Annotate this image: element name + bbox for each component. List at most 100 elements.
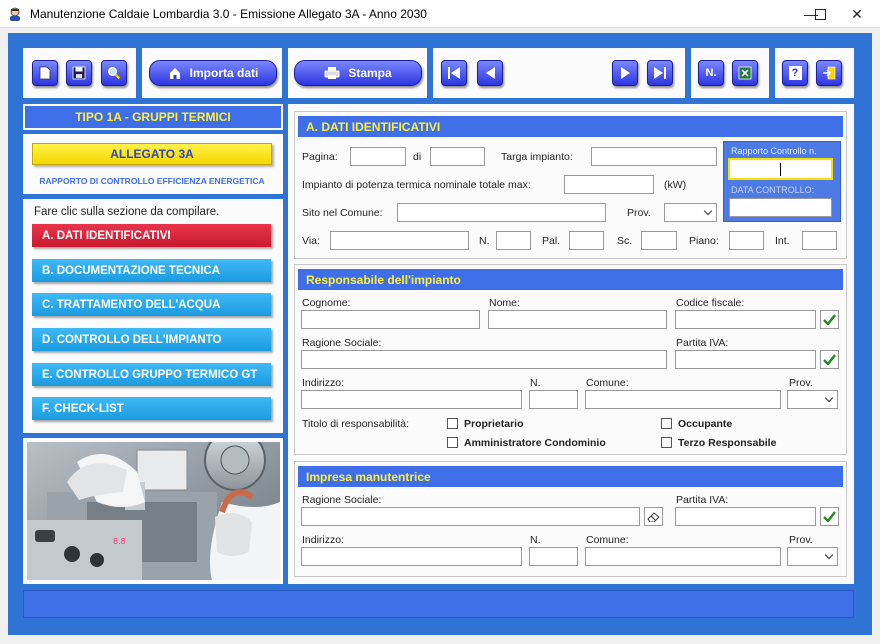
maximize-icon <box>814 8 826 20</box>
impresa-ragione-sociale-label: Ragione Sociale: <box>302 494 382 506</box>
nav-item-controllo-gruppo-termico[interactable]: E. CONTROLLO GRUPPO TERMICO GT <box>32 363 271 386</box>
nav-item-dati-identificativi[interactable]: A. DATI IDENTIFICATIVI <box>32 224 271 247</box>
chevron-down-icon <box>703 206 713 216</box>
targa-input[interactable] <box>591 147 717 166</box>
numbering-label: N. <box>705 67 717 79</box>
prov-select[interactable] <box>787 390 838 409</box>
new-button[interactable] <box>32 60 58 86</box>
search-button[interactable] <box>101 60 127 86</box>
comune-input[interactable] <box>585 390 781 409</box>
sito-comune-input[interactable] <box>397 203 606 222</box>
indirizzo-label: Indirizzo: <box>302 377 345 389</box>
exit-icon <box>823 66 836 80</box>
impresa-ragione-sociale-input[interactable] <box>301 507 640 526</box>
numero-label: N. <box>479 235 490 247</box>
targa-label: Targa impianto: <box>501 151 573 163</box>
previous-record-button[interactable] <box>477 60 503 86</box>
verify-impresa-partita-iva-button[interactable] <box>820 507 839 526</box>
verify-codice-fiscale-button[interactable] <box>820 310 839 329</box>
proprietario-checkbox[interactable] <box>447 418 458 429</box>
nav-item-trattamento-acqua[interactable]: C. TRATTAMENTO DELL'ACQUA <box>32 293 271 316</box>
rapporto-input[interactable] <box>728 158 833 180</box>
pagina-label: Pagina: <box>302 151 338 163</box>
printer-icon <box>324 67 340 79</box>
civico-input[interactable] <box>529 390 578 409</box>
boiler-photo: 8.8 <box>27 442 280 580</box>
help-icon: ? <box>788 66 802 80</box>
potenza-label: Impianto di potenza termica nominale tot… <box>302 179 531 191</box>
pagina-input[interactable] <box>350 147 406 166</box>
interno-label: Int. <box>775 235 790 247</box>
interno-input[interactable] <box>802 231 837 250</box>
partita-iva-input[interactable] <box>675 350 816 369</box>
cognome-input[interactable] <box>301 310 480 329</box>
potenza-input[interactable] <box>564 175 654 194</box>
piano-input[interactable] <box>729 231 764 250</box>
exit-button[interactable] <box>816 60 842 86</box>
help-button[interactable]: ? <box>782 60 808 86</box>
check-icon <box>823 314 836 325</box>
codice-fiscale-input[interactable] <box>675 310 816 329</box>
data-controllo-input[interactable] <box>729 198 832 217</box>
tipo-title: TIPO 1A - GRUPPI TERMICI <box>25 106 281 128</box>
comune-label: Comune: <box>586 377 629 389</box>
scala-input[interactable] <box>641 231 677 250</box>
prov-label: Prov. <box>627 207 651 219</box>
amministratore-checkbox[interactable] <box>447 437 458 448</box>
nav-item-check-list[interactable]: F. CHECK-LIST <box>32 397 271 420</box>
terzo-responsabile-checkbox[interactable] <box>661 437 672 448</box>
save-button[interactable] <box>66 60 92 86</box>
scala-label: Sc. <box>617 235 633 247</box>
nav-item-documentazione-tecnica[interactable]: B. DOCUMENTAZIONE TECNICA <box>32 259 271 282</box>
piano-label: Piano: <box>689 235 719 247</box>
section-a-title: A. DATI IDENTIFICATIVI <box>298 116 843 137</box>
print-label: Stampa <box>348 66 392 80</box>
partita-iva-label: Partita IVA: <box>676 337 729 349</box>
close-button[interactable]: ✕ <box>834 0 880 28</box>
impresa-prov-select[interactable] <box>787 547 838 566</box>
civico-label: N. <box>530 377 541 389</box>
prov-select[interactable] <box>664 203 717 222</box>
chevron-down-icon <box>824 550 834 560</box>
occupante-checkbox[interactable] <box>661 418 672 429</box>
palazzina-label: Pal. <box>542 235 561 247</box>
rapporto-label: Rapporto Controllo n. <box>731 146 817 156</box>
save-icon <box>72 66 86 80</box>
last-record-button[interactable] <box>647 60 673 86</box>
allegato-title: ALLEGATO 3A <box>32 143 272 165</box>
status-bar <box>23 590 854 618</box>
impresa-prov-label: Prov. <box>789 534 813 546</box>
first-record-button[interactable] <box>441 60 467 86</box>
next-record-button[interactable] <box>612 60 638 86</box>
codice-fiscale-label: Codice fiscale: <box>676 297 745 309</box>
svg-text:8.8: 8.8 <box>113 537 126 546</box>
eraser-icon <box>647 512 660 522</box>
nome-input[interactable] <box>488 310 667 329</box>
impresa-indirizzo-input[interactable] <box>301 547 522 566</box>
nav-item-controllo-impianto[interactable]: D. CONTROLLO DELL'IMPIANTO <box>32 328 271 351</box>
numero-input[interactable] <box>496 231 531 250</box>
occupante-label: Occupante <box>678 418 733 430</box>
ragione-sociale-input[interactable] <box>301 350 667 369</box>
title-bar: Manutenzione Caldaie Lombardia 3.0 - Emi… <box>0 0 880 28</box>
print-button[interactable]: Stampa <box>294 60 422 86</box>
clear-impresa-button[interactable] <box>644 507 663 526</box>
pagina-totale-input[interactable] <box>430 147 485 166</box>
excel-export-button[interactable] <box>732 60 758 86</box>
ragione-sociale-label: Ragione Sociale: <box>302 337 382 349</box>
verify-partita-iva-button[interactable] <box>820 350 839 369</box>
impresa-civico-input[interactable] <box>529 547 578 566</box>
search-icon <box>108 67 121 80</box>
impresa-partita-iva-input[interactable] <box>675 507 816 526</box>
chevron-down-icon <box>824 393 834 403</box>
numbering-button[interactable]: N. <box>698 60 724 86</box>
impresa-civico-label: N. <box>530 534 541 546</box>
di-label: di <box>413 151 422 163</box>
excel-icon <box>738 66 752 80</box>
import-label: Importa dati <box>189 66 259 80</box>
impresa-comune-input[interactable] <box>585 547 781 566</box>
via-input[interactable] <box>330 231 469 250</box>
palazzina-input[interactable] <box>569 231 604 250</box>
indirizzo-input[interactable] <box>301 390 522 409</box>
import-button[interactable]: Importa dati <box>149 60 277 86</box>
